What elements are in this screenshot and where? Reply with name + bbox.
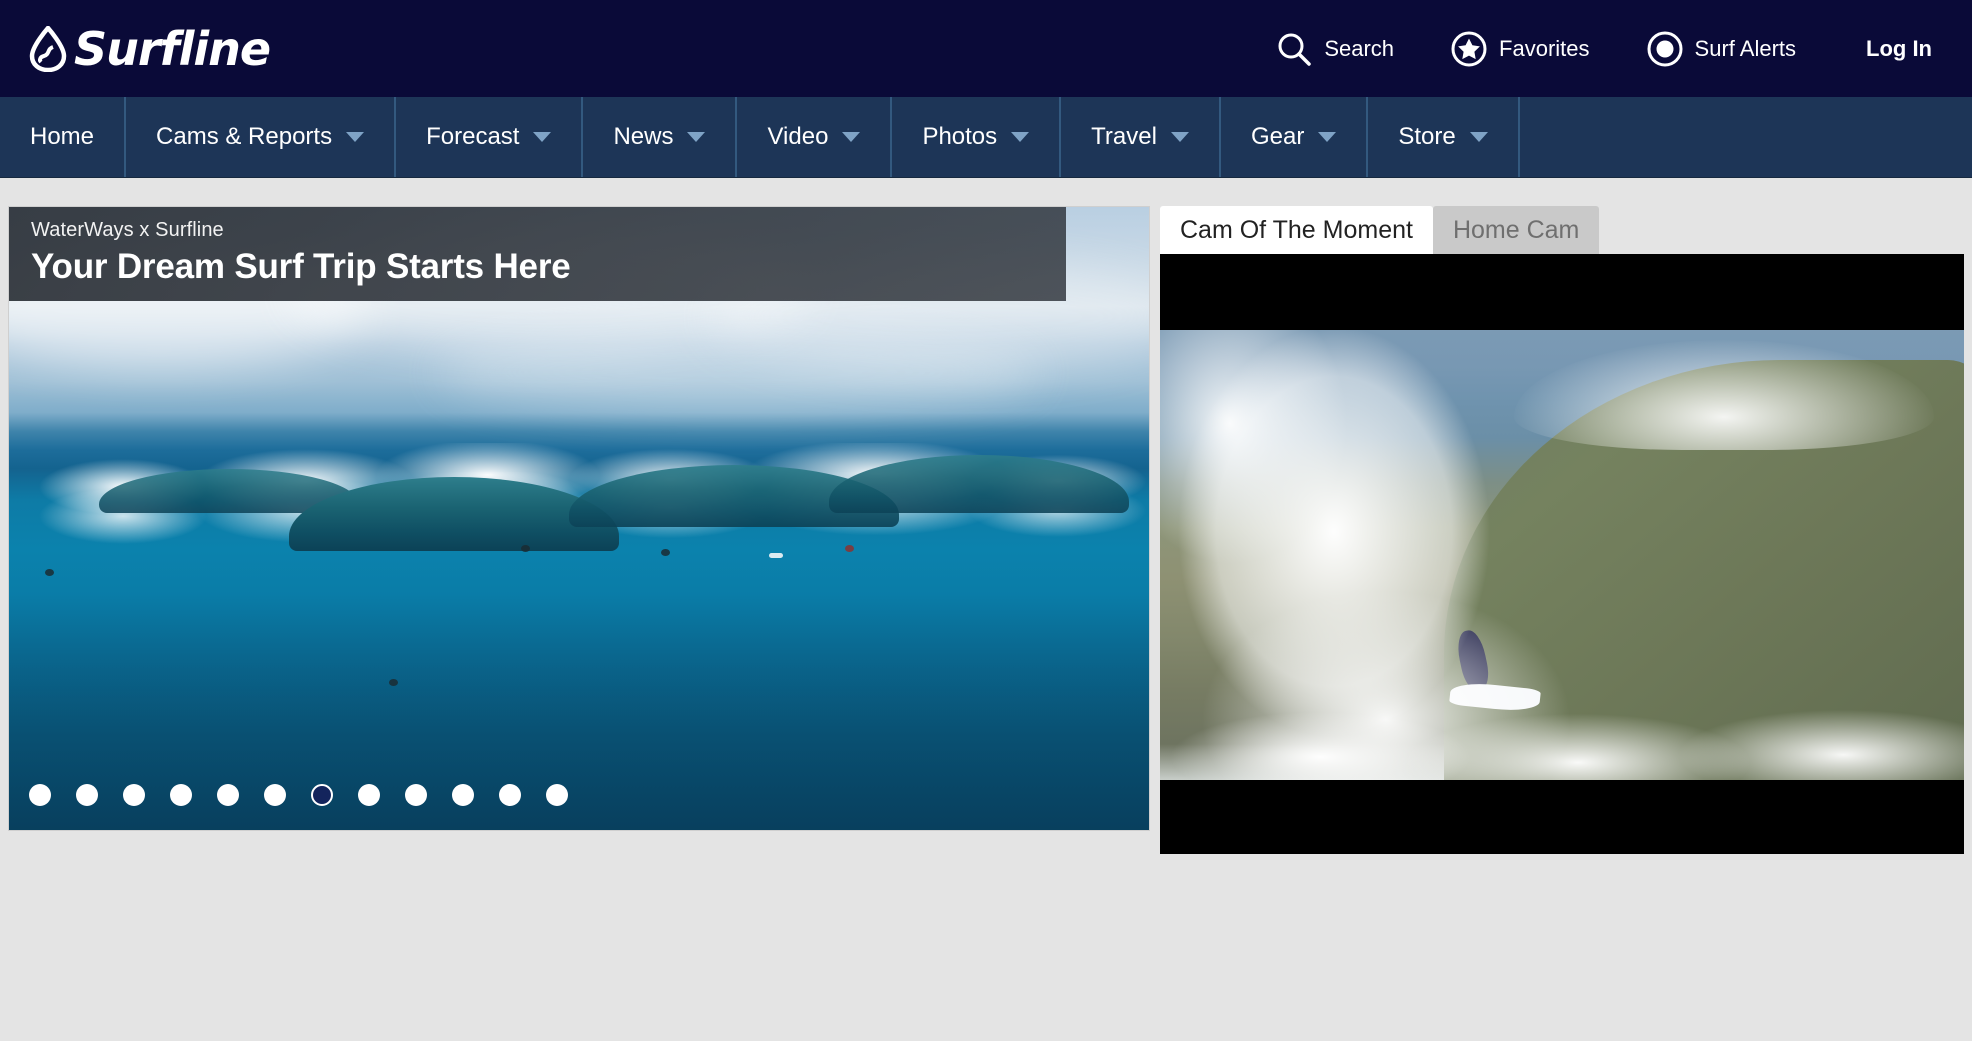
favorites-label: Favorites — [1499, 35, 1590, 61]
nav-item-travel[interactable]: Travel — [1061, 97, 1221, 177]
tab-home-cam[interactable]: Home Cam — [1432, 206, 1600, 254]
nav-label: Video — [767, 123, 829, 150]
cam-video-frame — [1160, 330, 1964, 780]
nav-label: Gear — [1250, 123, 1305, 150]
nav-label: Photos — [922, 123, 998, 150]
carousel-dot[interactable] — [76, 784, 98, 806]
search-button[interactable]: Search — [1247, 30, 1422, 68]
hero-text-overlay: WaterWays x Surfline Your Dream Surf Tri… — [9, 207, 1066, 301]
surfline-logo[interactable]: Surfline — [28, 21, 271, 76]
carousel-dot[interactable] — [452, 784, 474, 806]
nav-label: Cams & Reports — [156, 123, 333, 150]
site-header: Surfline Search Favorites Surf Alerts Lo… — [0, 0, 1972, 97]
chevron-down-icon — [346, 132, 365, 142]
tab-label: Home Cam — [1452, 215, 1580, 244]
nav-item-cams-reports[interactable]: Cams & Reports — [126, 97, 397, 177]
cam-video-player[interactable] — [1160, 254, 1964, 854]
hero-kicker: WaterWays x Surfline — [31, 219, 224, 241]
alert-circle-icon — [1647, 31, 1683, 66]
carousel-dot[interactable] — [217, 784, 239, 806]
nav-item-photos[interactable]: Photos — [892, 97, 1062, 177]
nav-item-gear[interactable]: Gear — [1221, 97, 1369, 177]
chevron-down-icon — [1170, 132, 1189, 142]
nav-label: Forecast — [426, 123, 520, 150]
nav-label: Store — [1398, 123, 1456, 150]
chevron-down-icon — [1469, 132, 1488, 142]
carousel-dot[interactable] — [264, 784, 286, 806]
carousel-dot[interactable] — [358, 784, 380, 806]
nav-item-home[interactable]: Home — [0, 97, 127, 177]
logo-wordmark: Surfline — [74, 21, 271, 76]
nav-label: Travel — [1091, 123, 1157, 150]
hero-headline: Your Dream Surf Trip Starts Here — [31, 247, 571, 286]
chevron-down-icon — [842, 132, 861, 142]
carousel-dot[interactable] — [499, 784, 521, 806]
nav-item-forecast[interactable]: Forecast — [396, 97, 584, 177]
carousel-dot[interactable] — [29, 784, 51, 806]
nav-item-video[interactable]: Video — [737, 97, 893, 177]
carousel-dot[interactable] — [546, 784, 568, 806]
carousel-dots — [29, 784, 568, 806]
hero-carousel[interactable]: WaterWays x Surfline Your Dream Surf Tri… — [8, 206, 1150, 831]
page-content: WaterWays x Surfline Your Dream Surf Tri… — [0, 178, 1972, 888]
nav-item-news[interactable]: News — [583, 97, 738, 177]
search-icon — [1278, 33, 1312, 66]
main-navigation: Home Cams & Reports Forecast News Video … — [0, 97, 1972, 178]
chevron-down-icon — [1011, 132, 1030, 142]
utility-nav: Search Favorites Surf Alerts Log In — [1247, 30, 1932, 68]
star-circle-icon — [1451, 31, 1487, 66]
water-drop-icon — [29, 25, 67, 72]
surf-alerts-button[interactable]: Surf Alerts — [1618, 30, 1824, 68]
tab-cam-of-the-moment[interactable]: Cam Of The Moment — [1160, 206, 1433, 254]
chevron-down-icon — [687, 132, 706, 142]
login-button[interactable]: Log In — [1824, 36, 1932, 62]
carousel-dot[interactable] — [405, 784, 427, 806]
chevron-down-icon — [533, 132, 552, 142]
cam-tabs: Cam Of The Moment Home Cam — [1160, 206, 1964, 254]
tab-label: Cam Of The Moment — [1180, 215, 1413, 244]
chevron-down-icon — [1318, 132, 1337, 142]
login-label: Log In — [1866, 35, 1932, 61]
wave-foam — [1160, 680, 1964, 780]
nav-label: Home — [30, 123, 95, 150]
favorites-button[interactable]: Favorites — [1422, 30, 1617, 68]
surf-alerts-label: Surf Alerts — [1694, 35, 1797, 61]
carousel-dot-active[interactable] — [311, 784, 333, 806]
search-label: Search — [1324, 35, 1395, 61]
nav-label: News — [613, 123, 674, 150]
carousel-dot[interactable] — [123, 784, 145, 806]
carousel-dot[interactable] — [170, 784, 192, 806]
cam-panel: Cam Of The Moment Home Cam — [1160, 206, 1964, 1041]
nav-item-store[interactable]: Store — [1368, 97, 1520, 177]
